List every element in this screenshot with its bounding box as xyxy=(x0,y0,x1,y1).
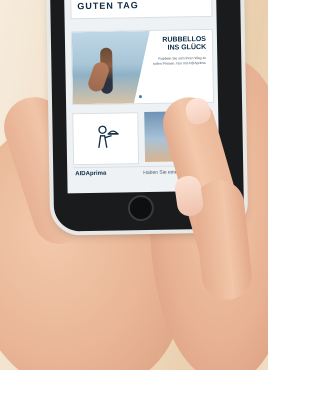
home-button[interactable] xyxy=(127,194,155,222)
photo: GUTEN TAG RUBBELLOS INS GLÜCK Rubbeln Si… xyxy=(0,0,268,370)
banner-subtitle: Rubbeln Sie sich Ihren Weg zu tollen Pre… xyxy=(153,55,207,66)
greeting-text: GUTEN TAG xyxy=(77,0,139,12)
waiter-tray-icon xyxy=(98,125,120,148)
banner-title: RUBBELLOS INS GLÜCK xyxy=(146,36,206,53)
banner-title-line2: INS GLÜCK xyxy=(167,43,207,52)
greeting-bar: GUTEN TAG xyxy=(70,0,213,20)
tile-service[interactable] xyxy=(72,112,140,166)
carousel-dot[interactable] xyxy=(138,95,142,99)
brand-label: AIDAprima xyxy=(75,170,107,178)
banner-photo xyxy=(72,31,151,104)
promo-banner[interactable]: RUBBELLOS INS GLÜCK Rubbeln Sie sich Ihr… xyxy=(70,28,215,106)
bottom-margin xyxy=(0,370,268,397)
